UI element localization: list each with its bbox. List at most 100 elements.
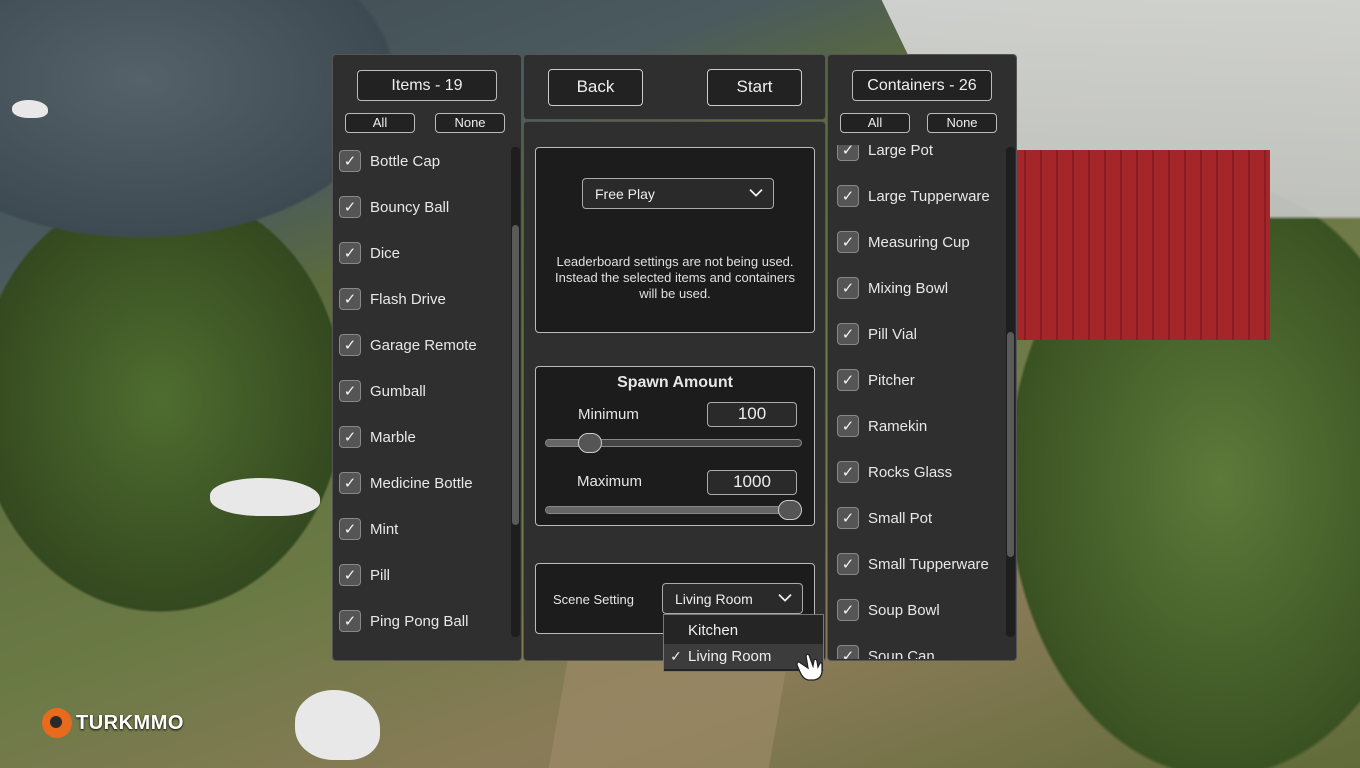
scene-option-label: Living Room: [688, 648, 772, 665]
maximum-label: Maximum: [577, 473, 643, 490]
check-icon[interactable]: ✓: [837, 231, 859, 253]
items-list: ✓ Bottle Cap ✓ Bouncy Ball ✓ Dice ✓ Flash Drive…: [339, 145, 507, 659]
leaderboard-info-text: Leaderboard settings are not being used.…: [555, 254, 795, 301]
item-row[interactable]: ✓ Dice: [339, 240, 400, 266]
check-icon[interactable]: ✓: [339, 518, 361, 540]
containers-all-button[interactable]: All: [840, 113, 910, 133]
item-label: Gumball: [370, 382, 426, 400]
scene-option-label: Kitchen: [688, 622, 739, 639]
check-icon[interactable]: ✓: [837, 507, 859, 529]
check-icon[interactable]: ✓: [339, 242, 361, 264]
start-button[interactable]: Start: [707, 69, 802, 106]
chevron-down-icon: [749, 185, 763, 199]
container-row[interactable]: ✓ Pill Vial: [837, 321, 917, 347]
item-label: Ping Pong Ball: [370, 612, 469, 630]
container-row[interactable]: ✓ Small Pot: [837, 505, 932, 531]
chevron-down-icon: [778, 590, 792, 604]
container-row[interactable]: ✓ Pitcher: [837, 367, 915, 393]
check-icon: ✓: [670, 648, 682, 664]
minimum-slider-handle[interactable]: [577, 433, 602, 453]
check-icon[interactable]: ✓: [339, 288, 361, 310]
items-count-title: Items - 19: [357, 70, 497, 101]
check-icon[interactable]: ✓: [837, 461, 859, 483]
check-icon[interactable]: ✓: [339, 380, 361, 402]
items-scroll-thumb[interactable]: [512, 225, 519, 525]
check-icon[interactable]: ✓: [837, 185, 859, 207]
container-label: Small Tupperware: [868, 555, 989, 573]
item-row[interactable]: ✓ Gumball: [339, 378, 426, 404]
item-row[interactable]: ✓ Bouncy Ball: [339, 194, 449, 220]
container-row[interactable]: ✓ Mixing Bowl: [837, 275, 948, 301]
check-icon[interactable]: ✓: [837, 599, 859, 621]
containers-none-button[interactable]: None: [927, 113, 997, 133]
check-icon[interactable]: ✓: [837, 145, 859, 161]
item-label: Pill: [370, 566, 391, 584]
container-row[interactable]: ✓ Soup Bowl: [837, 597, 940, 623]
item-row[interactable]: ✓ Mint: [339, 516, 398, 542]
items-all-button[interactable]: All: [345, 113, 415, 133]
item-row[interactable]: ✓ Medicine Bottle: [339, 470, 473, 496]
container-label: Pill Vial: [868, 325, 917, 343]
check-icon[interactable]: ✓: [837, 369, 859, 391]
item-label: Medicine Bottle: [370, 474, 473, 492]
container-label: Large Pot: [868, 145, 934, 159]
container-label: Small Pot: [868, 509, 933, 527]
check-icon[interactable]: ✓: [339, 150, 361, 172]
scene-selected: Living Room: [675, 590, 753, 607]
container-label: Measuring Cup: [868, 233, 970, 251]
maximum-slider-fill: [546, 507, 801, 513]
item-row[interactable]: ✓ Pill: [339, 562, 390, 588]
container-label: Soup Can: [868, 647, 935, 660]
container-row[interactable]: ✓ Large Tupperware: [837, 183, 990, 209]
container-row[interactable]: ✓ Ramekin: [837, 413, 927, 439]
minimum-slider-fill: [546, 440, 582, 446]
check-icon[interactable]: ✓: [339, 610, 361, 632]
check-icon[interactable]: ✓: [339, 472, 361, 494]
check-icon[interactable]: ✓: [837, 415, 859, 437]
container-row[interactable]: ✓ Rocks Glass: [837, 459, 952, 485]
item-row[interactable]: ✓ Flash Drive: [339, 286, 446, 312]
maximum-slider[interactable]: [545, 506, 802, 514]
mode-selected: Free Play: [595, 185, 655, 202]
watermark-text: TURKMMO: [76, 711, 184, 734]
containers-count-title: Containers - 26: [852, 70, 992, 101]
item-label: Marble: [370, 428, 416, 446]
items-none-button[interactable]: None: [435, 113, 505, 133]
item-row[interactable]: ✓ Marble: [339, 424, 416, 450]
maximum-input[interactable]: 1000: [707, 470, 797, 495]
goose: [210, 478, 320, 516]
containers-list: ✓ Large Pot ✓ Large Tupperware ✓ Measuring Cu…: [837, 145, 1002, 659]
items-scrollbar[interactable]: [511, 147, 520, 637]
check-icon[interactable]: ✓: [837, 323, 859, 345]
back-button[interactable]: Back: [548, 69, 643, 106]
item-row[interactable]: ✓ Ping Pong Ball: [339, 608, 468, 634]
scene-option-kitchen[interactable]: Kitchen: [664, 618, 823, 643]
watermark-logo: TURKMMO: [42, 708, 184, 738]
check-icon[interactable]: ✓: [339, 196, 361, 218]
scene-dropdown[interactable]: Living Room: [662, 583, 803, 614]
item-label: Bottle Cap: [370, 152, 441, 170]
maximum-slider-handle[interactable]: [778, 500, 802, 520]
check-icon[interactable]: ✓: [837, 645, 859, 659]
container-label: Rocks Glass: [868, 463, 953, 481]
item-label: Mint: [370, 520, 399, 538]
check-icon[interactable]: ✓: [837, 553, 859, 575]
container-row[interactable]: ✓ Measuring Cup: [837, 229, 970, 255]
containers-scroll-thumb[interactable]: [1007, 332, 1014, 557]
item-row[interactable]: ✓ Bottle Cap: [339, 148, 440, 174]
check-icon[interactable]: ✓: [339, 426, 361, 448]
containers-scrollbar[interactable]: [1006, 147, 1015, 637]
container-row[interactable]: ✓ Soup Can: [837, 643, 935, 659]
item-label: Flash Drive: [370, 290, 446, 308]
check-icon[interactable]: ✓: [837, 277, 859, 299]
mode-dropdown[interactable]: Free Play: [582, 178, 774, 209]
check-icon[interactable]: ✓: [339, 564, 361, 586]
mode-card: [535, 147, 815, 333]
check-icon[interactable]: ✓: [339, 334, 361, 356]
item-label: Garage Remote: [370, 336, 477, 354]
minimum-input[interactable]: 100: [707, 402, 797, 427]
container-row[interactable]: ✓ Small Tupperware: [837, 551, 989, 577]
minimum-label: Minimum: [578, 406, 639, 423]
container-row[interactable]: ✓ Large Pot: [837, 145, 933, 163]
item-row[interactable]: ✓ Garage Remote: [339, 332, 477, 358]
